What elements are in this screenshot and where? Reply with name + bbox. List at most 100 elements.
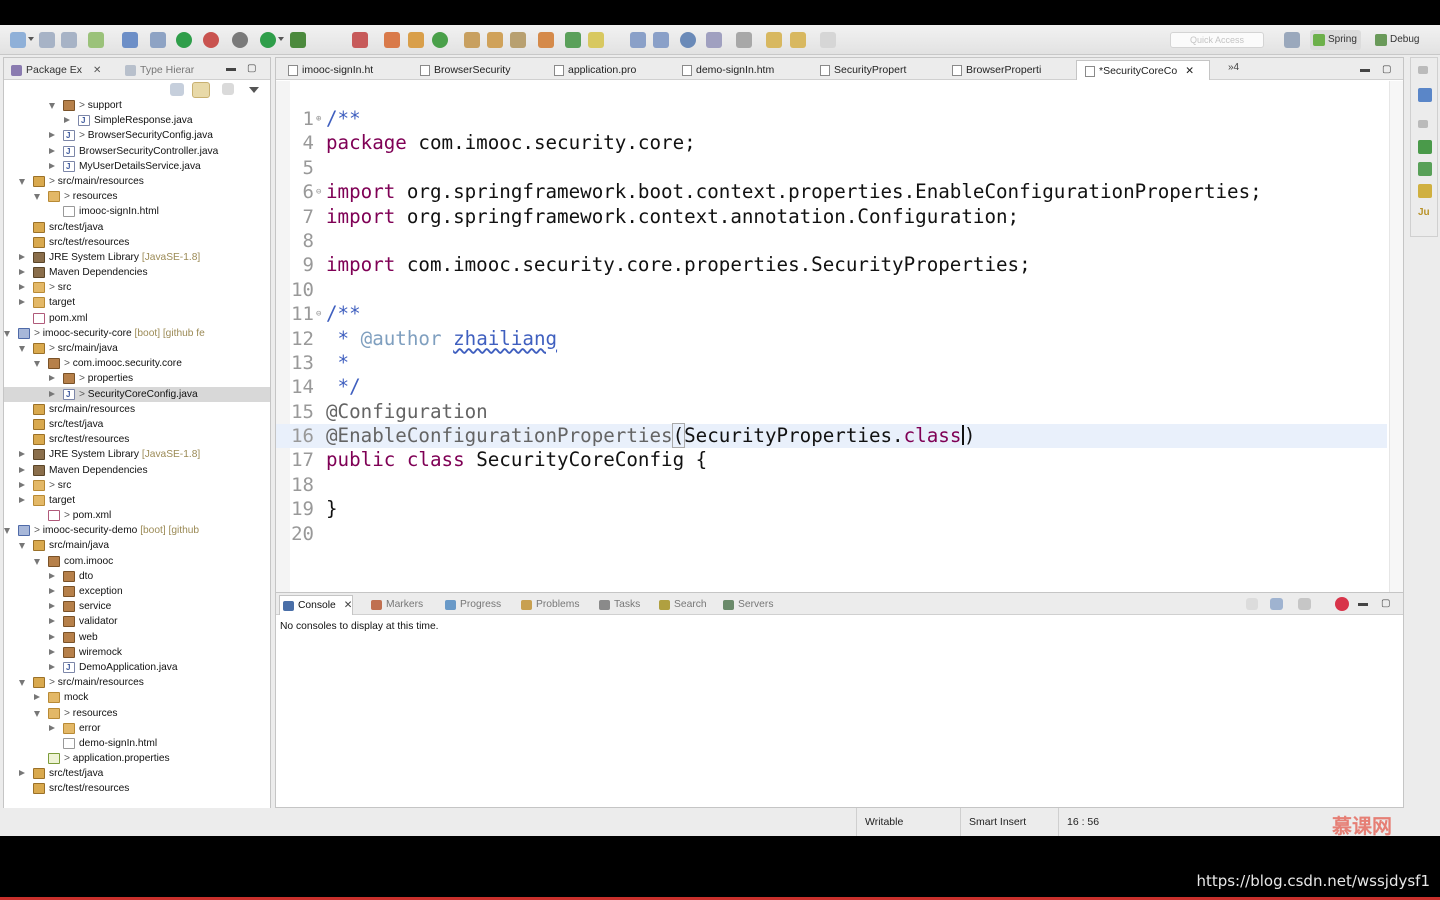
editor-tab[interactable]: application.pro [546,60,670,80]
tree-item[interactable]: dto [4,569,270,584]
collapsed-twisty-icon[interactable] [19,269,25,276]
new-dropdown-icon[interactable] [28,37,34,41]
expanded-twisty-icon[interactable] [19,178,25,185]
tasks-list-icon[interactable] [1418,184,1432,198]
focus-icon[interactable] [222,83,234,95]
collapsed-twisty-icon[interactable] [49,633,55,640]
collapsed-twisty-icon[interactable] [19,481,25,488]
console-maximize-icon[interactable]: ▢ [1381,598,1390,609]
collapsed-twisty-icon[interactable] [49,648,55,655]
display-console-icon[interactable] [1270,598,1283,610]
collapsed-twisty-icon[interactable] [19,253,25,260]
tree-item[interactable]: com.imooc [4,554,270,569]
collapsed-twisty-icon[interactable] [49,603,55,610]
collapsed-twisty-icon[interactable] [49,147,55,154]
spring-console-icon[interactable] [1335,597,1349,611]
tree-item[interactable]: > pom.xml [4,508,270,523]
new-java-project-icon[interactable] [352,32,368,48]
tree-item[interactable]: > resources [4,189,270,204]
expanded-twisty-icon[interactable] [34,710,40,717]
console-tab[interactable]: Search [656,595,707,615]
tree-item[interactable]: src/test/resources [4,781,270,796]
code-area[interactable]: 1 ⊕/** 4 package com.imooc.security.core; 5 6… [276,107,1387,546]
tree-item[interactable]: > src [4,280,270,295]
collapsed-twisty-icon[interactable] [64,117,70,124]
tree-item[interactable]: src/test/resources [4,235,270,250]
tree-item[interactable]: mock [4,690,270,705]
highlight-icon[interactable] [588,32,604,48]
open-folder-icon[interactable] [487,32,503,48]
tree-item[interactable]: Maven Dependencies [4,265,270,280]
tree-item[interactable]: > resources [4,706,270,721]
tree-item[interactable]: pom.xml [4,311,270,326]
tree-item[interactable]: SimpleResponse.java [4,113,270,128]
console-tab[interactable]: Problems [518,595,580,615]
editor-tab[interactable]: *SecurityCoreCo ✕ [1076,60,1210,80]
spring-boot-dashboard-icon[interactable] [203,32,219,48]
editor-tab[interactable]: demo-signIn.htm [674,60,808,80]
open-console-icon[interactable] [1298,598,1311,610]
tree-item[interactable]: Maven Dependencies [4,463,270,478]
minimize-icon[interactable]: ▬ [226,63,236,74]
vertical-scrollbar[interactable] [1389,81,1403,613]
tab-package-explorer[interactable]: Package Ex ✕ [8,61,101,79]
open-resource-icon[interactable] [538,32,554,48]
run-dropdown-icon[interactable] [278,37,284,41]
new-icon[interactable] [10,32,26,48]
terminal-icon[interactable] [122,32,138,48]
tree-item[interactable]: service [4,599,270,614]
tree-item[interactable]: > src/main/resources [4,174,270,189]
tree-item[interactable]: > src/main/resources [4,675,270,690]
console-tab[interactable]: Progress [442,595,501,615]
tree-item[interactable]: src/main/java [4,538,270,553]
tree-item[interactable]: src/test/java [4,417,270,432]
open-type-icon[interactable] [88,32,104,48]
tree-item[interactable]: > BrowserSecurityConfig.java [4,128,270,144]
expanded-twisty-icon[interactable] [4,528,10,535]
refresh-icon[interactable] [432,32,448,48]
settings-gear-icon[interactable] [232,32,248,48]
tree-item[interactable]: web [4,630,270,645]
fold-toggle-icon[interactable]: ⊕ [316,107,321,131]
run-external-tools-icon[interactable] [290,32,306,48]
tree-item[interactable]: imooc-signIn.html [4,204,270,219]
tree-item[interactable]: > src/main/java [4,341,270,356]
save-icon[interactable] [39,32,55,48]
junit-icon[interactable]: Ju [1418,206,1432,220]
tree-item[interactable]: src/test/java [4,766,270,781]
collapsed-twisty-icon[interactable] [49,132,55,139]
expanded-twisty-icon[interactable] [4,330,10,337]
editor-tab[interactable]: SecurityPropert [812,60,940,80]
console-tab[interactable]: Console ✕ [279,595,354,615]
tree-item[interactable]: BrowserSecurityController.java [4,144,270,159]
editor-minimize-icon[interactable]: ▬ [1360,64,1370,75]
tree-item[interactable]: > com.imooc.security.core [4,356,270,371]
tree-item[interactable]: src/test/java [4,220,270,235]
outline-icon[interactable] [1418,88,1432,102]
tree-item[interactable]: wiremock [4,645,270,660]
expanded-twisty-icon[interactable] [34,558,40,565]
collapsed-twisty-icon[interactable] [19,496,25,503]
restore-icon[interactable] [1418,66,1428,74]
search-pin-icon[interactable] [565,32,581,48]
edit-icon[interactable] [510,32,526,48]
run-icon[interactable] [260,32,276,48]
new-package-icon[interactable] [384,32,400,48]
tree-item[interactable]: target [4,295,270,310]
console-tab[interactable]: Tasks [596,595,640,615]
globe-icon[interactable] [680,32,696,48]
tree-item[interactable]: target [4,493,270,508]
tree-item[interactable]: > properties [4,371,270,386]
tree-item[interactable]: > application.properties [4,751,270,766]
collapsed-twisty-icon[interactable] [19,299,25,306]
toggle-block-icon[interactable] [630,32,646,48]
hierarchy-icon[interactable] [1418,162,1432,176]
close-icon[interactable]: ✕ [344,600,353,611]
pin-console-icon[interactable] [1246,598,1258,610]
tab-overflow-indicator[interactable]: »4 [1228,62,1239,73]
expanded-twisty-icon[interactable] [19,543,25,550]
tree-item[interactable]: > src [4,478,270,493]
start-server-icon[interactable] [176,32,192,48]
collapsed-twisty-icon[interactable] [34,694,40,701]
forward-icon[interactable] [790,32,806,48]
